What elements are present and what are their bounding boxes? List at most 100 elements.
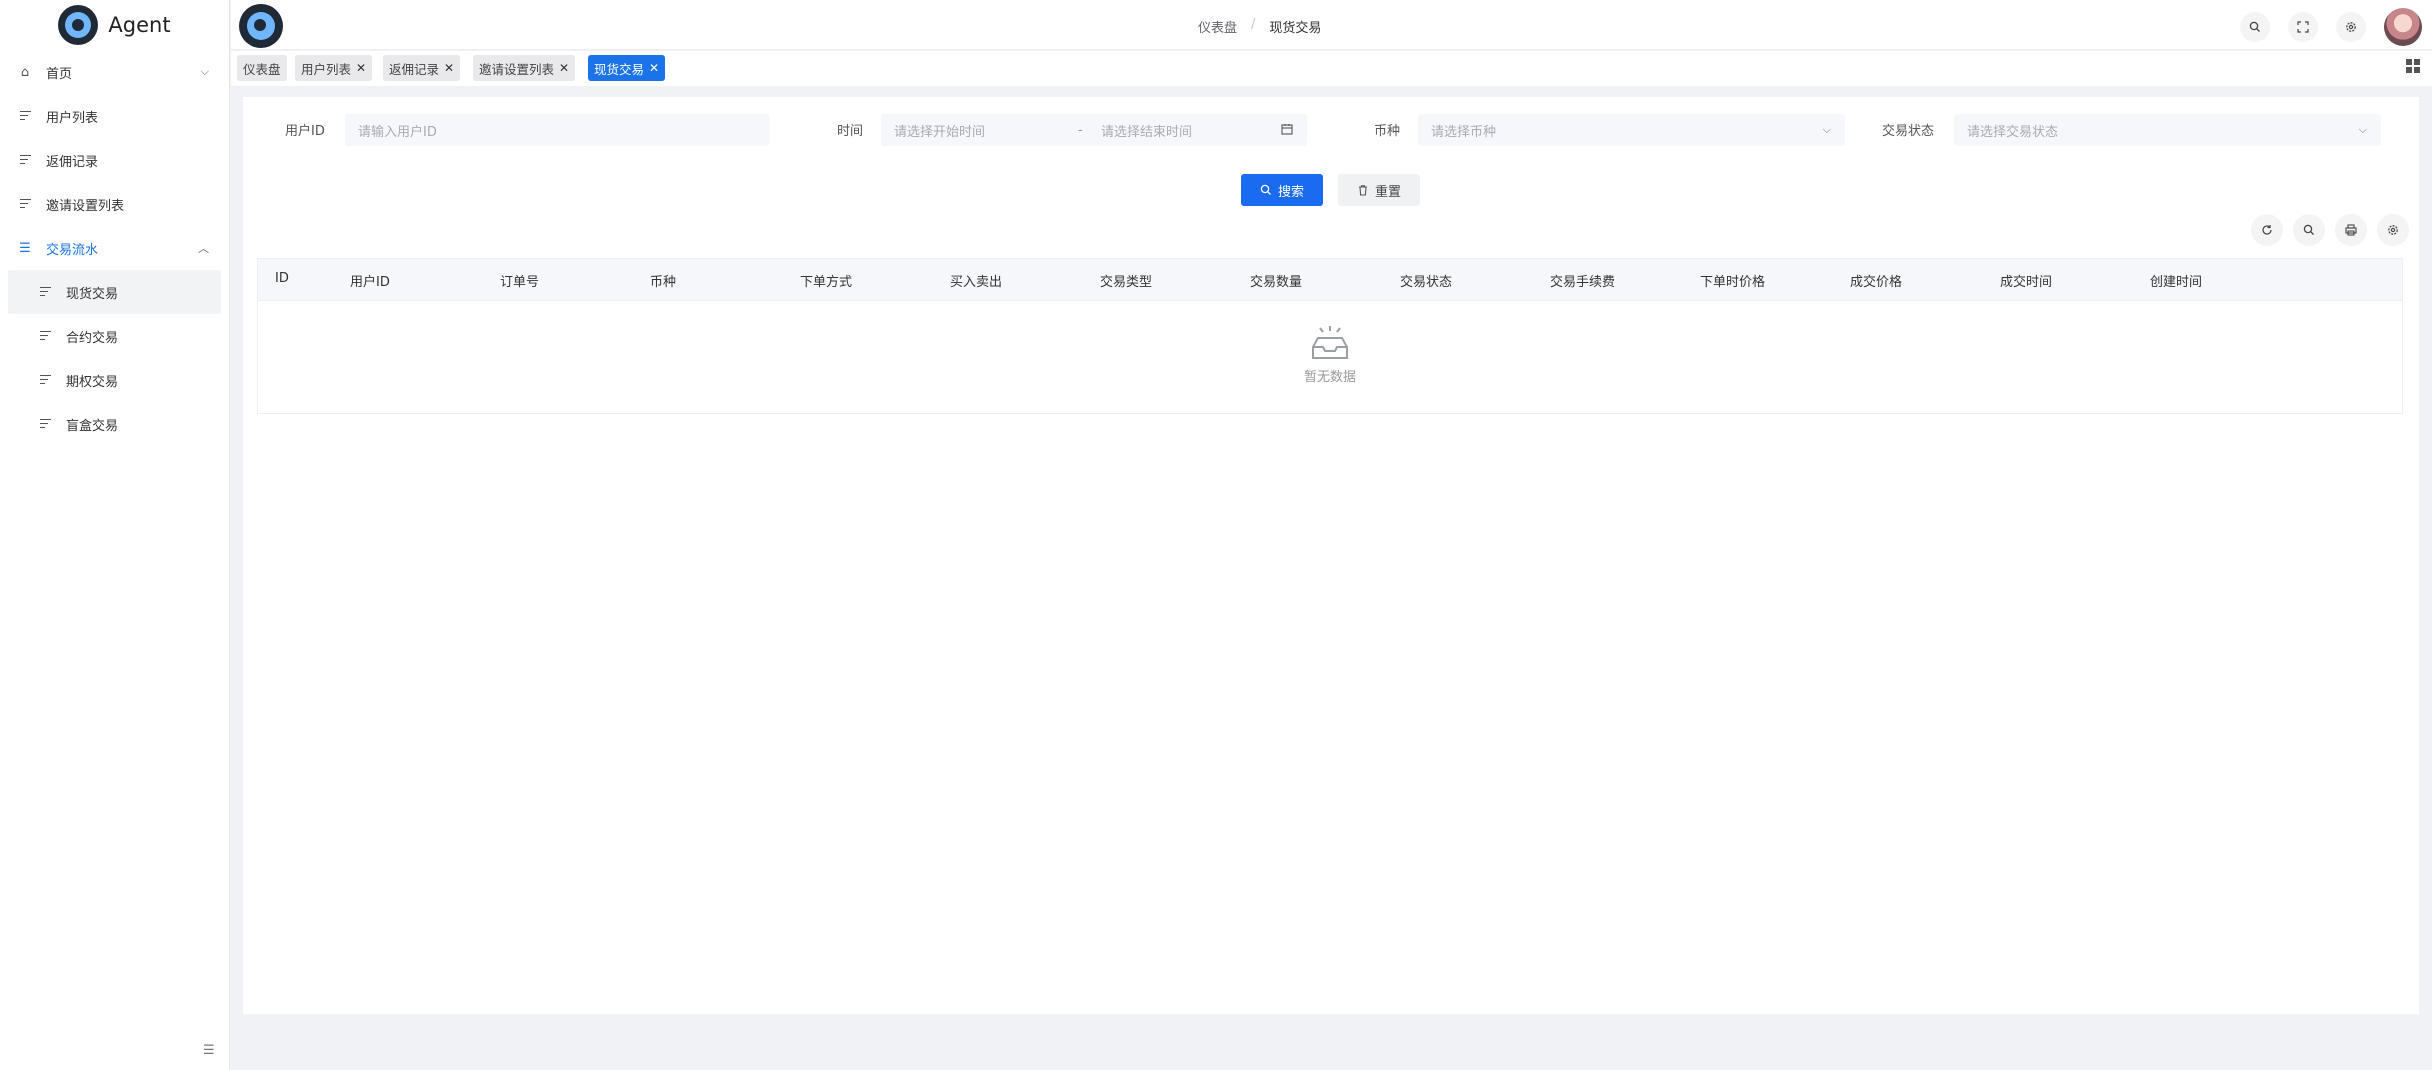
sidebar-item-invite-settings[interactable]: 邀请设置列表: [0, 182, 229, 226]
search-icon[interactable]: [2293, 214, 2325, 246]
trade-status-select[interactable]: 请选择交易状态 ⌵: [1954, 114, 2381, 146]
list-icon: [18, 109, 32, 124]
close-icon[interactable]: ✕: [444, 61, 454, 75]
tag-user-list[interactable]: 用户列表 ✕: [295, 55, 373, 81]
chevron-down-icon: ⌵: [2358, 123, 2367, 136]
tag-label: 现货交易: [594, 61, 645, 77]
column-header: 交易状态: [1400, 275, 1453, 290]
list-icon: [38, 285, 52, 300]
content-card: 用户ID 请输入用户ID 时间 请选择开始时间 - 请选择结束时间 币种 请选择…: [243, 97, 2419, 1014]
sidebar-item-label: 交易流水: [46, 242, 99, 258]
sidebar-item-label: 现货交易: [66, 286, 119, 302]
sidebar-subitem-contract[interactable]: 合约交易: [0, 314, 229, 358]
column-header: 交易数量: [1250, 275, 1303, 290]
search-button[interactable]: 搜索: [1241, 174, 1323, 206]
sidebar-item-trade-flow[interactable]: ☰ 交易流水 ︿: [0, 226, 229, 270]
table-header: ID 用户ID 订单号 币种 下单方式 买入卖出 交易类型 交易数量 交易状态 …: [258, 259, 2402, 301]
sidebar-subitem-option[interactable]: 期权交易: [0, 358, 229, 402]
sidebar: Agent ⌂ 首页 ⌵ 用户列表 返佣记录 邀请设置列表 ☰ 交易流水 ︿ 现…: [0, 0, 230, 1070]
range-separator: -: [1078, 122, 1083, 138]
list-icon: [18, 197, 32, 212]
topbar: 仪表盘 / 现货交易: [231, 0, 2432, 50]
close-icon[interactable]: ✕: [559, 61, 569, 75]
sidebar-item-label: 期权交易: [66, 374, 119, 390]
close-icon[interactable]: ✕: [356, 61, 366, 75]
column-header: 币种: [650, 275, 677, 290]
search-button-label: 搜索: [1277, 184, 1304, 200]
end-time-placeholder: 请选择结束时间: [1101, 124, 1193, 140]
sidebar-item-label: 用户列表: [46, 110, 99, 126]
avatar[interactable]: [2384, 8, 2422, 46]
list-icon: [18, 153, 32, 168]
sidebar-menu: ⌂ 首页 ⌵ 用户列表 返佣记录 邀请设置列表 ☰ 交易流水 ︿ 现货交易 合约…: [0, 50, 229, 446]
column-header: 用户ID: [350, 275, 390, 290]
search-icon: [1260, 184, 1271, 195]
list-icon: [38, 373, 52, 388]
sidebar-item-label: 首页: [46, 66, 73, 82]
sidebar-item-label: 返佣记录: [46, 154, 99, 170]
reset-button-label: 重置: [1374, 184, 1401, 200]
empty-text: 暂无数据: [1303, 370, 1356, 385]
column-header: 下单方式: [800, 275, 853, 290]
collapse-sidebar-icon[interactable]: ☰: [203, 1043, 215, 1058]
gear-icon[interactable]: [2377, 214, 2409, 246]
column-header: 成交时间: [2000, 275, 2053, 290]
tag-label: 仪表盘: [243, 61, 281, 77]
menu-icon: ☰: [19, 240, 31, 256]
tag-rebate-records[interactable]: 返佣记录 ✕: [383, 55, 461, 81]
sidebar-subitem-blindbox[interactable]: 盲盒交易: [0, 402, 229, 446]
user-id-input[interactable]: 请输入用户ID: [345, 114, 770, 146]
empty-inbox-icon: [1310, 324, 1350, 362]
list-icon: [38, 417, 52, 432]
chevron-down-icon: ⌵: [1822, 123, 1831, 136]
sidebar-subitem-spot[interactable]: 现货交易: [8, 270, 221, 314]
column-header: 订单号: [500, 275, 540, 290]
sidebar-item-label: 盲盒交易: [66, 418, 119, 434]
gear-icon[interactable]: [2336, 12, 2366, 42]
empty-state: 暂无数据: [258, 324, 2402, 385]
tags-bar: 仪表盘 用户列表 ✕ 返佣记录 ✕ 邀请设置列表 ✕ 现货交易 ✕: [231, 51, 2432, 86]
tag-label: 用户列表: [301, 61, 352, 77]
brand[interactable]: Agent: [0, 0, 229, 50]
column-header: 成交价格: [1850, 275, 1903, 290]
column-header: 下单时价格: [1700, 275, 1766, 290]
breadcrumb-root[interactable]: 仪表盘: [1198, 17, 1237, 36]
sidebar-item-label: 邀请设置列表: [46, 198, 125, 214]
tag-label: 返佣记录: [389, 61, 440, 77]
logo-icon[interactable]: [239, 4, 283, 48]
list-icon: [38, 329, 52, 344]
header-actions: [2240, 8, 2422, 46]
column-header: 交易手续费: [1550, 275, 1616, 290]
user-id-placeholder: 请输入用户ID: [358, 124, 437, 140]
home-icon: ⌂: [20, 64, 30, 80]
coin-label: 币种: [1374, 124, 1401, 139]
trade-status-placeholder: 请选择交易状态: [1967, 124, 2059, 140]
sidebar-item-rebate-records[interactable]: 返佣记录: [0, 138, 229, 182]
tag-dashboard[interactable]: 仪表盘: [237, 55, 287, 81]
column-header: ID: [275, 271, 289, 286]
reset-button[interactable]: 重置: [1338, 174, 1420, 206]
refresh-icon[interactable]: [2251, 214, 2283, 246]
column-header: 创建时间: [2150, 275, 2203, 290]
tag-label: 邀请设置列表: [479, 61, 555, 77]
tag-invite-settings[interactable]: 邀请设置列表 ✕: [473, 55, 576, 81]
search-icon[interactable]: [2240, 12, 2270, 42]
chevron-up-icon: ︿: [198, 242, 209, 255]
grid-icon[interactable]: [2406, 59, 2420, 73]
trash-icon: [1358, 185, 1367, 196]
breadcrumb: 仪表盘 / 现货交易: [1198, 17, 1321, 36]
tag-spot-trading[interactable]: 现货交易 ✕: [588, 55, 666, 81]
chevron-down-icon: ⌵: [200, 65, 209, 78]
trade-status-label: 交易状态: [1882, 124, 1935, 139]
sidebar-item-user-list[interactable]: 用户列表: [0, 94, 229, 138]
user-id-label: 用户ID: [285, 124, 325, 139]
print-icon[interactable]: [2335, 214, 2367, 246]
fullscreen-icon[interactable]: [2288, 12, 2318, 42]
coin-select[interactable]: 请选择币种 ⌵: [1418, 114, 1845, 146]
column-header: 交易类型: [1100, 275, 1153, 290]
table-toolbar: [2251, 214, 2409, 246]
sidebar-item-home[interactable]: ⌂ 首页 ⌵: [0, 50, 229, 94]
date-range-picker[interactable]: 请选择开始时间 - 请选择结束时间: [881, 114, 1307, 146]
close-icon[interactable]: ✕: [649, 61, 659, 75]
time-label: 时间: [837, 124, 864, 139]
